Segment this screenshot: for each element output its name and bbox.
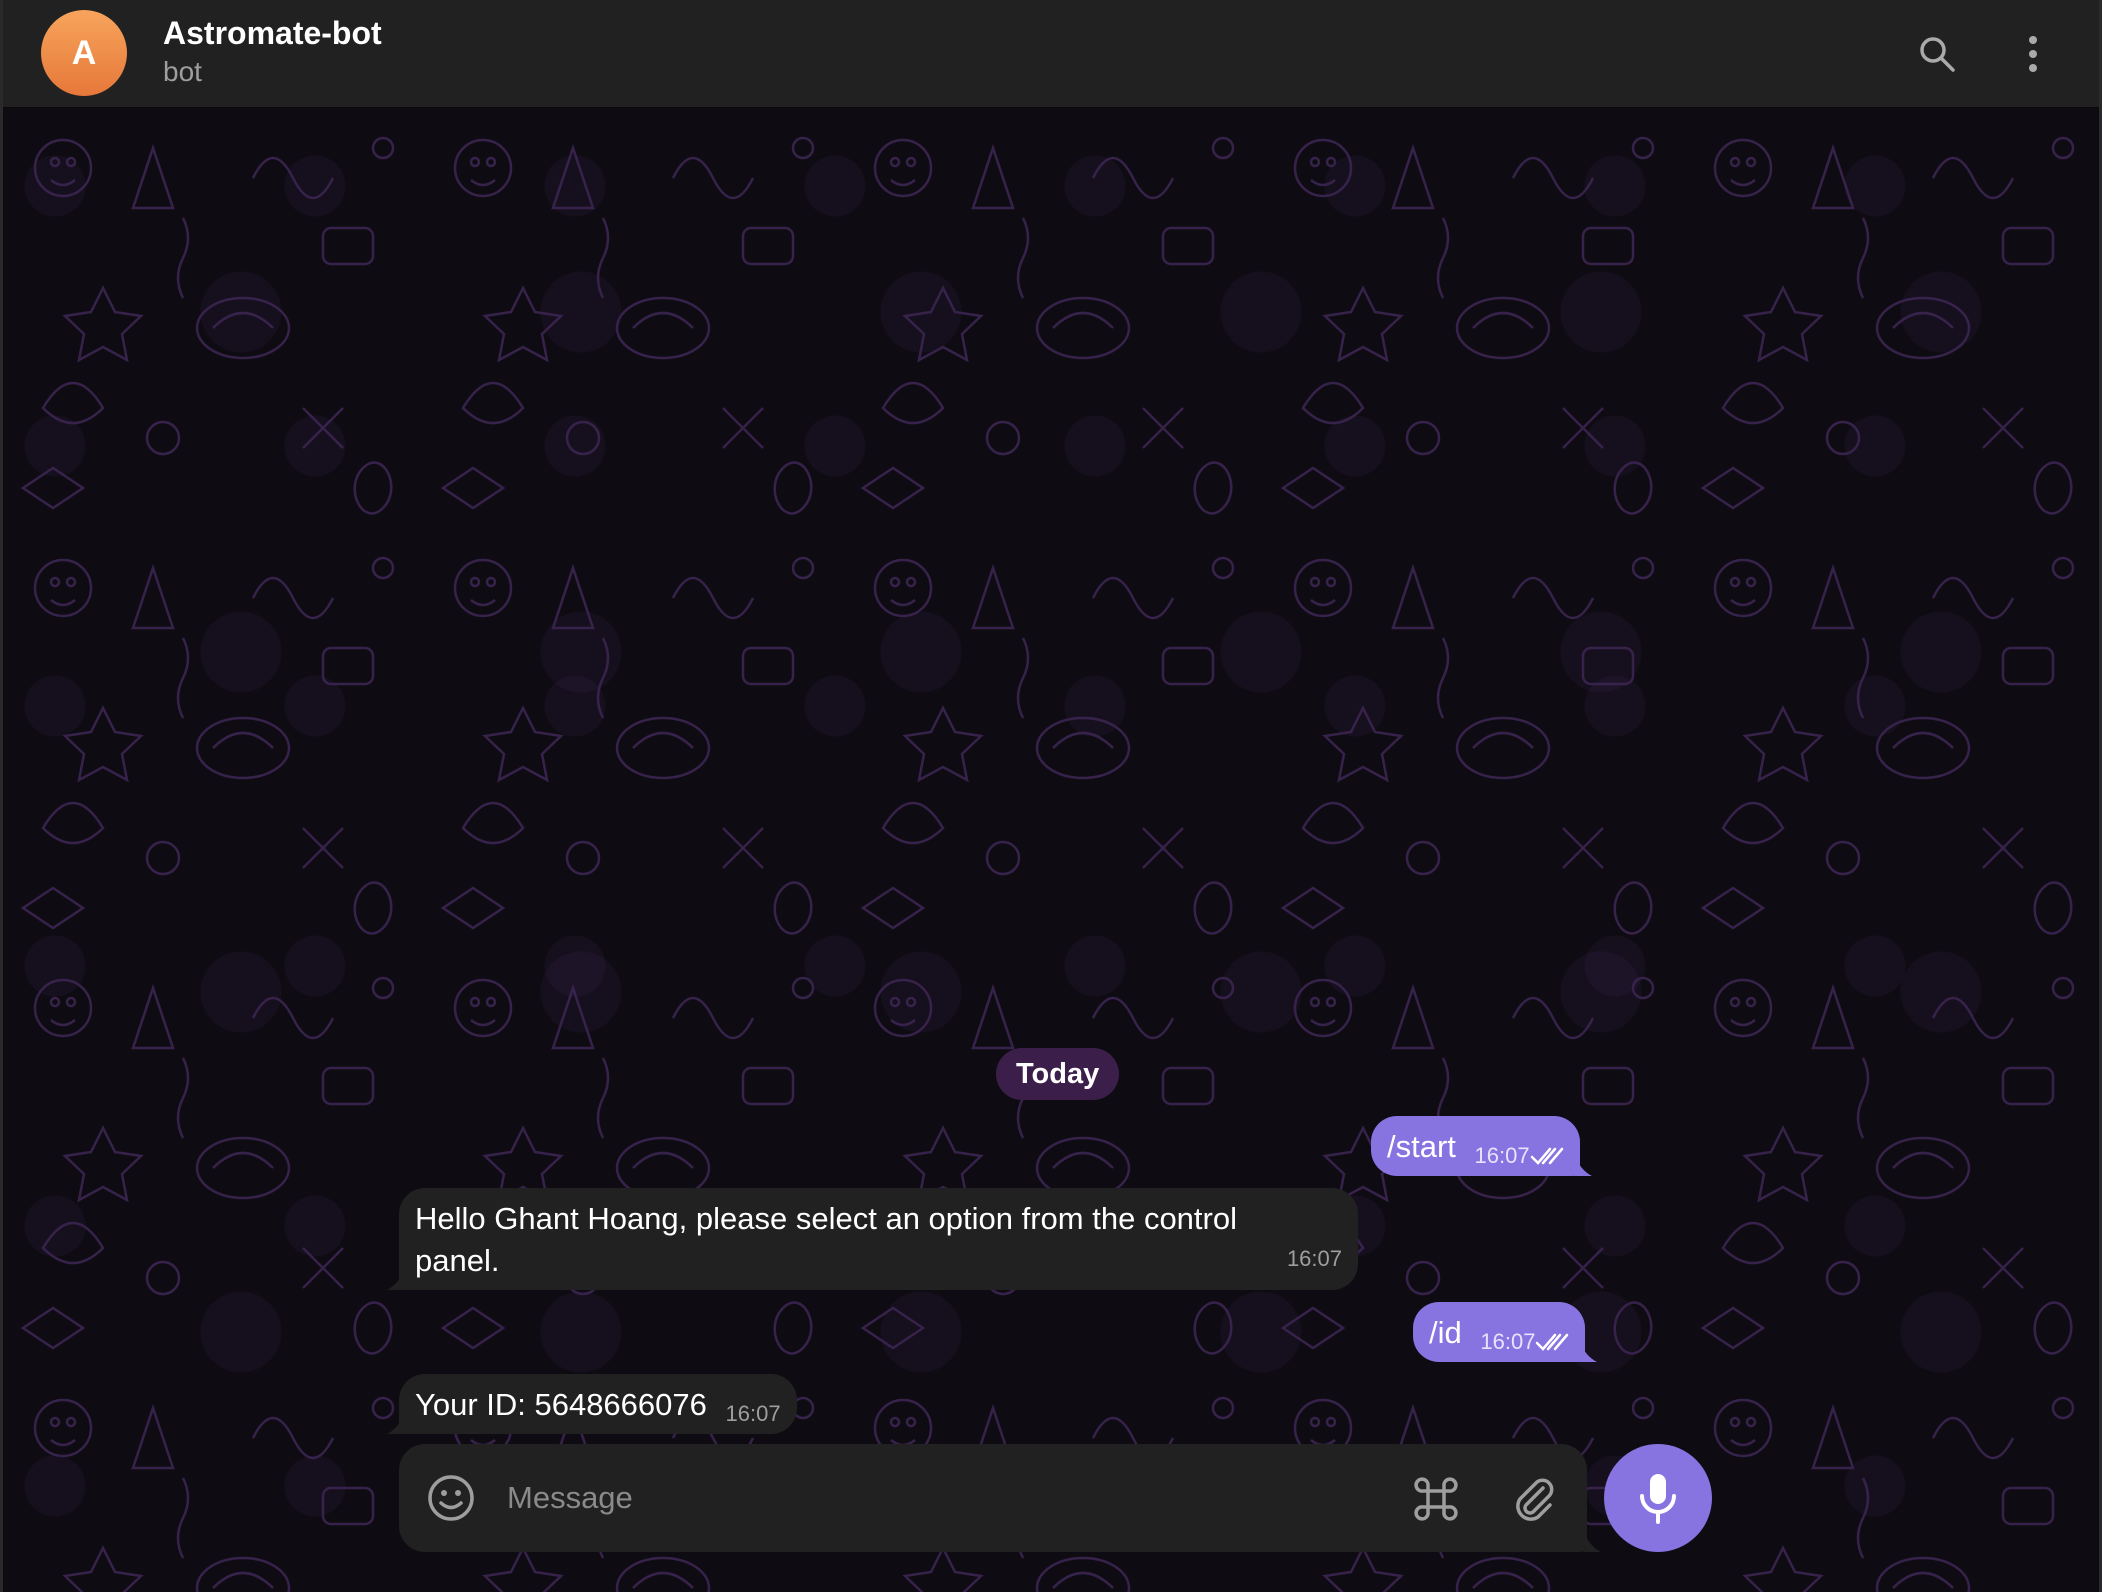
emoji-button[interactable]	[425, 1472, 477, 1524]
message-incoming[interactable]: Your ID: 5648666076 16:07	[387, 1374, 797, 1435]
message-time: 16:07	[1480, 1329, 1536, 1354]
double-check-icon	[1536, 1333, 1569, 1351]
search-icon	[1920, 37, 1955, 72]
microphone-icon	[1640, 1474, 1676, 1524]
avatar[interactable]: A	[41, 10, 127, 96]
bubble-tail	[1573, 1154, 1592, 1176]
message-text: Your ID: 5648666076	[415, 1387, 707, 1422]
double-check-icon	[1530, 1147, 1563, 1165]
telegram-chat-window: A Astromate-bot bot Today /start 16:07 H…	[0, 0, 2102, 1592]
message-input[interactable]	[507, 1468, 1267, 1528]
attach-button[interactable]	[1509, 1474, 1559, 1524]
message-composer	[399, 1444, 1601, 1552]
bubble-tail	[1579, 1340, 1598, 1362]
message-meta: 16:07	[1287, 1238, 1342, 1280]
bot-commands-icon	[1414, 1477, 1458, 1521]
chat-wallpaper	[3, 108, 2099, 1592]
bubble-tail	[387, 1412, 405, 1434]
message-time: 16:07	[725, 1401, 781, 1426]
emoji-icon	[428, 1475, 474, 1521]
attach-icon	[1516, 1478, 1554, 1521]
message-outgoing[interactable]: /id 16:07	[1413, 1302, 1598, 1363]
chat-header: A Astromate-bot bot	[3, 0, 2099, 108]
message-time: 16:07	[1474, 1143, 1530, 1168]
message-time: 16:07	[1286, 1246, 1342, 1271]
message-text: Hello Ghant Hoang, please select an opti…	[415, 1201, 1237, 1278]
more-vertical-icon	[2029, 36, 2037, 72]
chat-subtitle: bot	[163, 56, 202, 87]
chat-title[interactable]: Astromate-bot	[163, 15, 382, 52]
more-options-button[interactable]	[2005, 26, 2061, 82]
composer-tail	[1583, 1530, 1601, 1552]
voice-record-button[interactable]	[1604, 1444, 1712, 1552]
message-outgoing[interactable]: /start 16:07	[1371, 1116, 1592, 1177]
message-text: /start	[1387, 1129, 1456, 1164]
bot-commands-button[interactable]	[1411, 1474, 1461, 1524]
bubble-tail	[387, 1268, 405, 1290]
message-incoming[interactable]: Hello Ghant Hoang, please select an opti…	[387, 1188, 1358, 1290]
date-separator: Today	[996, 1048, 1120, 1100]
message-text: /id	[1429, 1315, 1462, 1350]
message-meta: 16:07	[1475, 1135, 1564, 1177]
message-meta: 16:07	[726, 1393, 781, 1435]
doodle-pattern	[3, 108, 2099, 1592]
message-meta: 16:07	[1480, 1321, 1569, 1363]
search-button[interactable]	[1909, 26, 1965, 82]
